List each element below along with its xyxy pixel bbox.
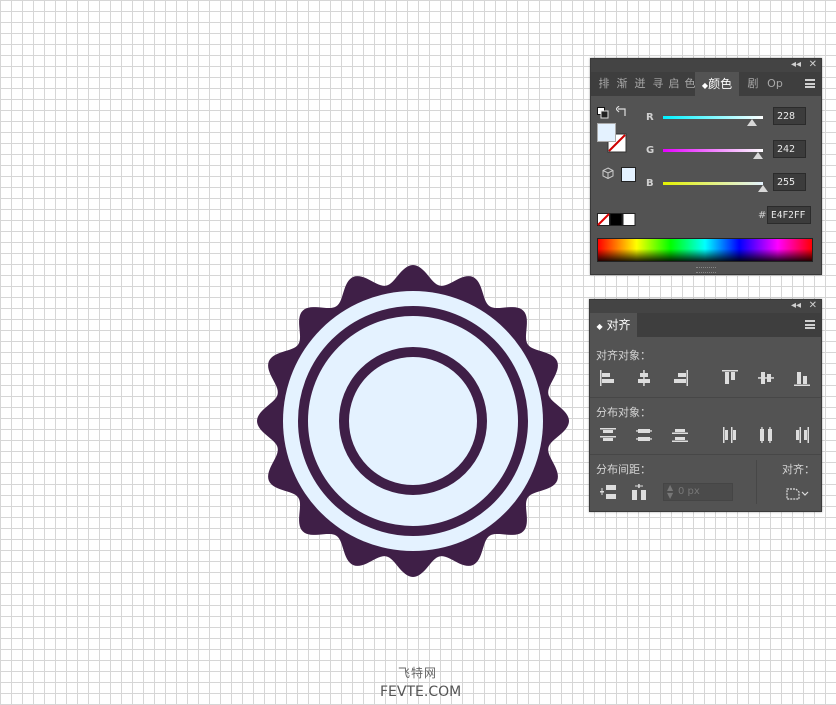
b-channel-label: B: [646, 178, 654, 189]
tab-collapsed-5[interactable]: 启: [667, 72, 681, 96]
color-panel-tabs: 排 渐 迸 寻 启 色 ◆颜色 剧 Op: [591, 72, 821, 96]
tab-align[interactable]: ◆ 对齐: [590, 313, 637, 337]
panel-titlebar[interactable]: ◂◂ ✕: [591, 59, 821, 72]
align-panel-tabs: ◆ 对齐: [590, 313, 821, 337]
align-objects-label: 对齐对象：: [596, 349, 651, 362]
vertical-distribute-top-icon[interactable]: [599, 426, 617, 444]
color-panel: ◂◂ ✕ 排 渐 迸 寻 启 色 ◆颜色 剧 Op R 228 G 242 B: [590, 58, 822, 275]
badge-inner-fill: [283, 291, 543, 551]
tab-collapsed-3[interactable]: 迸: [633, 72, 647, 96]
horizontal-align-center-icon[interactable]: [635, 369, 653, 387]
vertical-align-center-icon[interactable]: [757, 369, 775, 387]
fill-stroke-swatch[interactable]: [597, 123, 629, 155]
vertical-distribute-bottom-icon[interactable]: [671, 426, 689, 444]
vertical-align-bottom-icon[interactable]: [793, 369, 811, 387]
section-divider: [590, 454, 821, 455]
align-panel: ◂◂ ✕ ◆ 对齐 对齐对象： 分布对象： 分布间距： ▲ ▼ 0 px 对齐：: [589, 299, 822, 512]
collapse-icon[interactable]: ◂◂: [791, 58, 801, 72]
horizontal-distribute-center-icon[interactable]: [757, 426, 775, 444]
watermark-url: FEVTE.COM: [380, 684, 462, 700]
tab-collapsed-7[interactable]: 剧: [746, 72, 760, 96]
align-to-label: 对齐：: [782, 463, 815, 476]
b-value-input[interactable]: 255: [773, 173, 806, 191]
distribute-objects-label: 分布对象：: [596, 406, 651, 419]
tab-collapsed-4[interactable]: 寻: [651, 72, 665, 96]
horizontal-align-left-icon[interactable]: [599, 369, 617, 387]
collapse-icon[interactable]: ◂◂: [791, 299, 801, 313]
distribute-spacing-label: 分布间距：: [596, 463, 651, 476]
tab-chevron-icon: ◆: [596, 322, 603, 331]
web-safe-color-swatch[interactable]: [621, 167, 636, 182]
spacing-value-input[interactable]: ▲ ▼ 0 px: [663, 483, 733, 501]
r-channel-label: R: [646, 112, 654, 123]
close-icon[interactable]: ✕: [809, 58, 817, 72]
align-to-artboard-dropdown-icon[interactable]: [785, 485, 811, 501]
tab-collapsed-8[interactable]: Op: [765, 72, 785, 96]
out-of-gamut-cube-icon[interactable]: [602, 167, 614, 179]
r-value-input[interactable]: 228: [773, 107, 806, 125]
none-black-white-swatches[interactable]: [597, 213, 637, 227]
vertical-distribute-center-icon[interactable]: [635, 426, 653, 444]
vertical-distribute-space-icon[interactable]: [599, 483, 617, 501]
badge-artwork: [257, 265, 569, 577]
tab-color[interactable]: ◆颜色: [695, 72, 739, 96]
vertical-align-top-icon[interactable]: [721, 369, 739, 387]
r-slider-thumb[interactable]: [747, 119, 758, 126]
tab-color-label: 颜色: [708, 77, 733, 91]
tab-collapsed-1[interactable]: 排: [597, 72, 611, 96]
g-channel-label: G: [646, 145, 655, 156]
b-slider-thumb[interactable]: [758, 185, 768, 192]
b-slider-track[interactable]: [663, 182, 763, 185]
watermark-chinese: 飞特网: [398, 666, 438, 680]
horizontal-distribute-right-icon[interactable]: [793, 426, 811, 444]
vertical-divider: [756, 460, 757, 504]
panel-titlebar[interactable]: ◂◂ ✕: [590, 300, 821, 313]
section-divider: [590, 397, 821, 398]
g-slider-thumb[interactable]: [752, 152, 763, 159]
tab-align-label: 对齐: [606, 318, 631, 332]
close-icon[interactable]: ✕: [809, 299, 817, 313]
g-value-input[interactable]: 242: [773, 140, 806, 158]
color-spectrum-bar[interactable]: [597, 238, 813, 262]
swap-fill-stroke-icon[interactable]: [616, 106, 628, 118]
panel-menu-icon[interactable]: [805, 320, 815, 329]
default-fill-stroke-icon[interactable]: [597, 107, 609, 119]
spacing-stepper-icon[interactable]: ▲ ▼: [667, 484, 673, 500]
hex-symbol: #: [758, 210, 767, 221]
horizontal-distribute-space-icon[interactable]: [630, 483, 648, 501]
panel-resize-grip[interactable]: [696, 267, 716, 273]
panel-menu-icon[interactable]: [805, 79, 815, 88]
horizontal-distribute-left-icon[interactable]: [721, 426, 739, 444]
g-slider-track[interactable]: [663, 149, 763, 152]
tab-collapsed-2[interactable]: 渐: [615, 72, 629, 96]
hex-value-input[interactable]: E4F2FF: [767, 206, 811, 224]
horizontal-align-right-icon[interactable]: [671, 369, 689, 387]
spacing-value: 0 px: [678, 486, 700, 497]
